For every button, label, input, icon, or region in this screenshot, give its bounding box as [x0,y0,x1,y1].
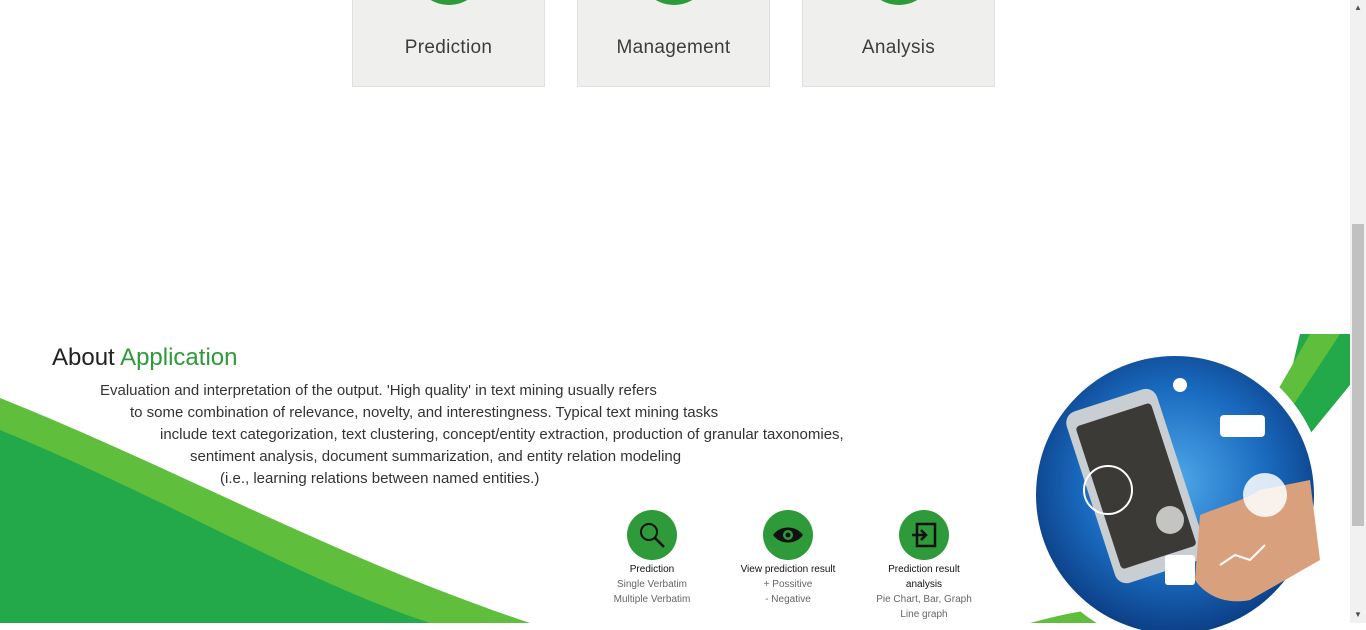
feature-line: Multiple Verbatim [613,594,691,605]
card-label: Prediction [404,37,493,58]
exit-icon [899,510,949,560]
about-text-line: sentiment analysis, document summarizati… [190,448,682,465]
circle-icon [637,0,710,5]
about-title-prefix: About [52,344,115,371]
card-label: Management [616,37,731,58]
prediction-card[interactable]: Prediction [352,0,545,87]
about-text-line: include text categorization, text cluste… [160,426,844,443]
feature-analysis[interactable]: Prediction result analysis Pie Chart, Ba… [864,510,984,622]
scroll-up-arrow-icon[interactable]: ▲ [1350,0,1366,16]
circle-icon [412,0,485,5]
feature-title: Prediction [629,564,675,575]
feature-title: Prediction result [888,564,960,575]
feature-line: + Possitive [763,579,813,590]
feature-line: Pie Chart, Bar, Graph [876,594,972,605]
about-title: About Application [52,344,237,372]
feature-line: Single Verbatim [616,579,688,590]
scroll-down-arrow-icon[interactable]: ▼ [1350,607,1366,623]
phone-illustration [1025,345,1325,630]
feature-title: View prediction result [740,564,836,575]
feature-view-result[interactable]: View prediction result + Possitive - Neg… [728,510,848,607]
about-text-line: (i.e., learning relations between named … [220,470,540,487]
eye-icon [763,510,813,560]
feature-line: - Negative [765,594,811,605]
about-text-line: to some combination of relevance, novelt… [130,404,719,421]
search-icon [627,510,677,560]
about-title-accent: Application [120,344,238,371]
feature-prediction[interactable]: Prediction Single Verbatim Multiple Verb… [592,510,712,607]
feature-title-line2: analysis [905,579,943,590]
scrollbar-thumb[interactable] [1352,224,1364,526]
feature-line: Line graph [900,609,948,620]
card-label: Analysis [861,37,936,58]
vertical-scrollbar[interactable]: ▲ ▼ [1350,0,1366,623]
about-text-line: Evaluation and interpretation of the out… [100,382,657,399]
analysis-card[interactable]: Analysis [802,0,995,87]
circle-icon [862,0,935,5]
management-card[interactable]: Management [577,0,770,87]
